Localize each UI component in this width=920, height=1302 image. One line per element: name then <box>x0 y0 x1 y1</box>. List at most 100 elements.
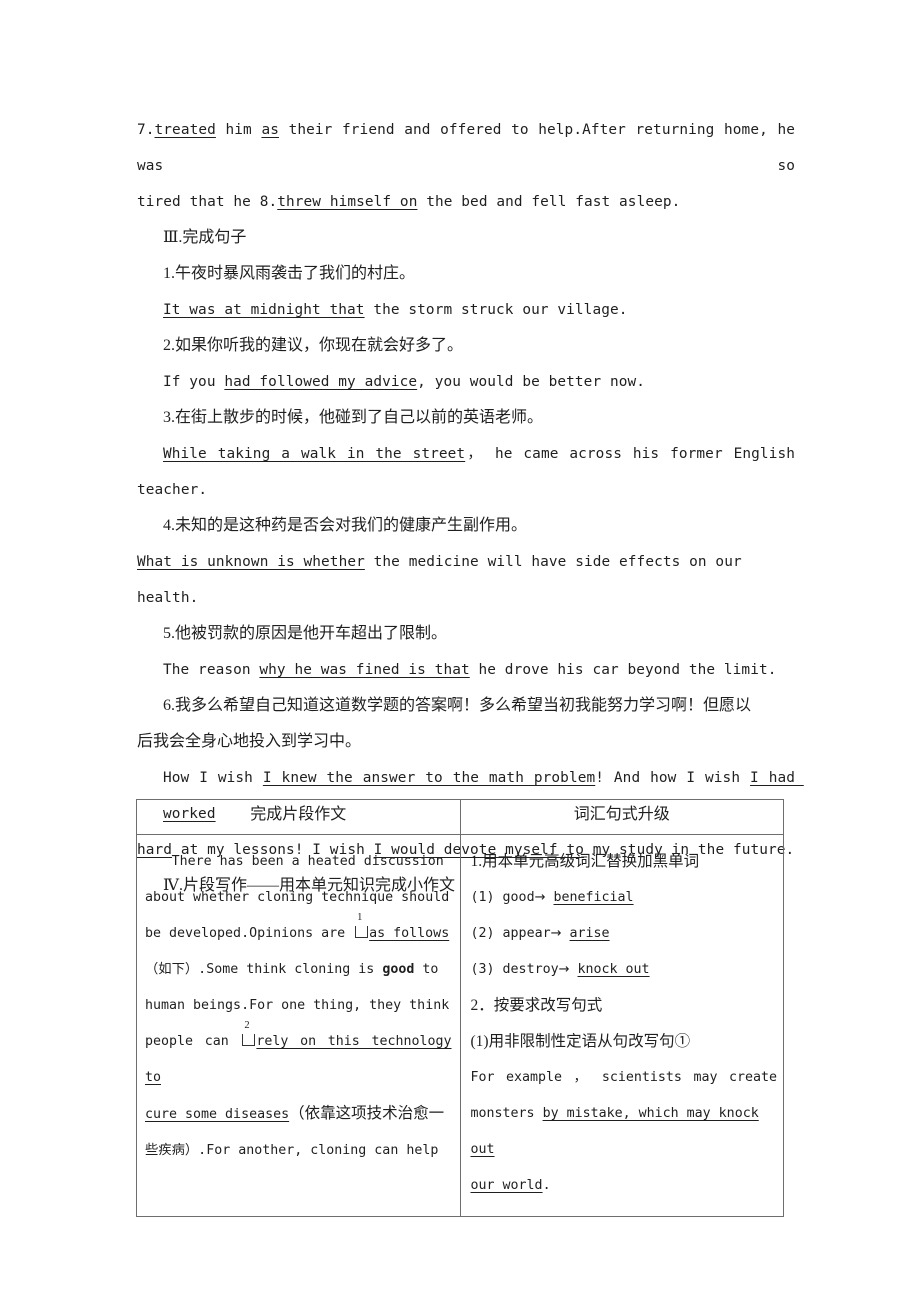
question-5-answer: The reason why he was fined is that he d… <box>137 652 795 688</box>
footnote-marker-box-2: 2 <box>242 1020 256 1046</box>
writing-table: 完成片段作文 词汇句式升级 There has been a heated di… <box>136 799 784 1217</box>
upgrade-sub-2-from: appear <box>502 926 551 941</box>
upgrade-sub-1: (1) good→ beneficial <box>471 880 778 916</box>
question-4-chinese: 未知的是这种药是否会对我们的健康产生副作用。 <box>175 517 528 534</box>
upgrade-text: 1.用本单元高级词汇替换加黑单词 (1) good→ beneficial (2… <box>461 835 784 1216</box>
footnote-marker-2-number: 2 <box>244 1020 250 1031</box>
document-page: 7.treated him as their friend and offere… <box>137 112 795 904</box>
upgrade-sub-3: (3) destroy→ knock out <box>471 952 778 988</box>
writing-table-wrapper: 完成片段作文 词汇句式升级 There has been a heated di… <box>136 799 784 1217</box>
question-5-chinese: 他被罚款的原因是他开车超出了限制。 <box>175 625 448 642</box>
table-header-row: 完成片段作文 词汇句式升级 <box>136 799 784 835</box>
question-1-number: 1. <box>163 265 175 282</box>
question-5-answer-rest: he drove his car beyond the limit. <box>469 662 777 678</box>
question-3-number: 3. <box>163 409 175 426</box>
item8-answer-blank: threw himself on <box>277 194 418 210</box>
upgrade-answer-blank-b: our world <box>470 1178 543 1193</box>
composition-line-3-pre: be developed.Opinions are <box>145 926 354 941</box>
question-3-chinese: 在街上散步的时候，他碰到了自己以前的英语老师。 <box>175 409 544 426</box>
composition-line-6-pre: people can <box>145 1034 241 1049</box>
question-6-answer-pre: How I wish <box>163 770 263 786</box>
question-5-prompt: 5.他被罚款的原因是他开车超出了限制。 <box>137 616 795 652</box>
question-2-number: 2. <box>163 337 175 354</box>
composition-line-7: cure some diseases（依靠这项技术治愈一 <box>145 1096 452 1133</box>
table-header-right: 词汇句式升级 <box>459 799 784 835</box>
question-2-chinese: 如果你听我的建议，你现在就会好多了。 <box>175 337 464 354</box>
exercise-item-7-line2: tired that he 8.threw himself on the bed… <box>137 184 795 220</box>
question-3-answer-line2: teacher. <box>137 482 208 498</box>
upgrade-answer-line-3: our world. <box>471 1168 778 1204</box>
question-2-answer: If you had followed my advice, you would… <box>137 364 795 400</box>
question-1-chinese: 午夜时暴风雨袭击了我们的村庄。 <box>175 265 416 282</box>
composition-line-5: human beings.For one thing, they think <box>145 998 450 1013</box>
arrow-right-icon: → <box>534 890 546 905</box>
item7-underline-as: as <box>261 122 279 138</box>
upgrade-sub-3-from: destroy <box>502 962 559 977</box>
question-6-prompt-line2: 后我会全身心地投入到学习中。 <box>137 733 362 750</box>
question-1-answer: It was at midnight that the storm struck… <box>137 292 795 328</box>
upgrade-answer-line-1: For example ， scientists may create <box>470 1070 778 1085</box>
table-cell-composition: There has been a heated discussion about… <box>136 834 461 1217</box>
question-3-answer-rest: ， he came across his former English <box>465 446 795 462</box>
question-2-answer-rest: , you would be better now. <box>417 374 646 390</box>
question-5-number: 5. <box>163 625 175 642</box>
question-1-answer-rest: the storm struck our village. <box>364 302 628 318</box>
question-6-answer-blank-1: I knew the answer to the math problem <box>262 770 596 786</box>
composition-line-4-pre: （如下）.Some think cloning is <box>145 962 383 977</box>
arrow-right-icon: → <box>550 926 562 941</box>
footnote-marker-box-1: 1 <box>355 912 369 938</box>
composition-line-8: 些疾病）.For another, cloning can help <box>145 1143 439 1158</box>
table-cell-upgrade: 1.用本单元高级词汇替换加黑单词 (1) good→ beneficial (2… <box>459 834 784 1217</box>
composition-text: There has been a heated discussion about… <box>137 835 460 1181</box>
composition-line-1: There has been a heated discussion <box>171 854 444 869</box>
composition-line-2: about whether cloning technique should <box>145 890 450 905</box>
exercise-item-7-line1: 7.treated him as their friend and offere… <box>137 112 795 184</box>
arrow-right-icon: → <box>558 962 570 977</box>
upgrade-item-2-title: 2．按要求改写句式 <box>470 997 603 1014</box>
question-2-answer-blank: had followed my advice <box>224 374 418 390</box>
question-5-answer-blank: why he was fined is that <box>259 662 470 678</box>
table-header-left: 完成片段作文 <box>136 799 461 835</box>
question-3-prompt: 3.在街上散步的时候，他碰到了自己以前的英语老师。 <box>137 400 795 436</box>
composition-line-7-post: （依靠这项技术治愈一 <box>289 1105 445 1122</box>
item7-line2-text-a: tired that he 8. <box>137 194 278 210</box>
upgrade-sub-3-to: knock out <box>577 962 650 977</box>
upgrade-sub-1-number: (1) <box>470 890 495 905</box>
question-3-answer-line1: While taking a walk in the street， he ca… <box>137 436 795 472</box>
upgrade-sub-1-from: good <box>502 890 535 905</box>
upgrade-sub-2-to: arise <box>569 926 610 941</box>
question-3-answer-blank: While taking a walk in the street <box>163 446 466 462</box>
composition-blank-1: as follows <box>369 926 450 941</box>
item7-line2-text-b: the bed and fell fast asleep. <box>417 194 681 210</box>
composition-line-3: be developed.Opinions are 1 as follows <box>145 912 452 952</box>
question-4-prompt: 4.未知的是这种药是否会对我们的健康产生副作用。 <box>137 508 795 544</box>
question-6-answer-mid: ! And how I wish <box>595 770 751 786</box>
question-4-answer: What is unknown is whether the medicine … <box>137 544 795 616</box>
item7-text-a: him <box>215 122 262 138</box>
upgrade-answer-line-2-pre: monsters <box>470 1106 543 1121</box>
upgrade-item-2-sub-1: (1)用非限制性定语从句改写句① <box>470 1033 691 1050</box>
question-4-answer-blank: What is unknown is whether <box>137 554 365 570</box>
footnote-marker-1-number: 1 <box>357 912 363 923</box>
section-3-heading: Ⅲ.完成句子 <box>163 229 247 246</box>
composition-line-6: people can 2 rely on this technology to <box>145 1020 452 1096</box>
question-1-answer-blank: It was at midnight that <box>163 302 365 318</box>
item7-answer-blank: treated <box>154 122 216 138</box>
composition-line-4-post: to <box>414 962 439 977</box>
question-4-number: 4. <box>163 517 175 534</box>
question-6-number: 6. <box>163 697 175 714</box>
question-6-chinese: 我多么希望自己知道这道数学题的答案啊！多么希望当初我能努力学习啊！但愿以 <box>175 697 752 714</box>
composition-blank-2b: cure some diseases <box>145 1107 290 1122</box>
question-2-prompt: 2.如果你听我的建议，你现在就会好多了。 <box>137 328 795 364</box>
upgrade-answer-period: . <box>542 1178 551 1193</box>
upgrade-sub-1-to: beneficial <box>553 890 634 905</box>
question-2-answer-pre: If you <box>163 374 225 390</box>
composition-bold-good: good <box>382 962 415 977</box>
upgrade-item-1-title: 1.用本单元高级词汇替换加黑单词 <box>470 853 700 870</box>
item7-number: 7. <box>137 122 155 138</box>
upgrade-sub-3-number: (3) <box>470 962 495 977</box>
upgrade-sub-2: (2) appear→ arise <box>471 916 778 952</box>
upgrade-sub-2-number: (2) <box>470 926 495 941</box>
table-body-row: There has been a heated discussion about… <box>136 834 784 1217</box>
question-6-prompt-line1: 6.我多么希望自己知道这道数学题的答案啊！多么希望当初我能努力学习啊！但愿以 <box>137 688 795 724</box>
